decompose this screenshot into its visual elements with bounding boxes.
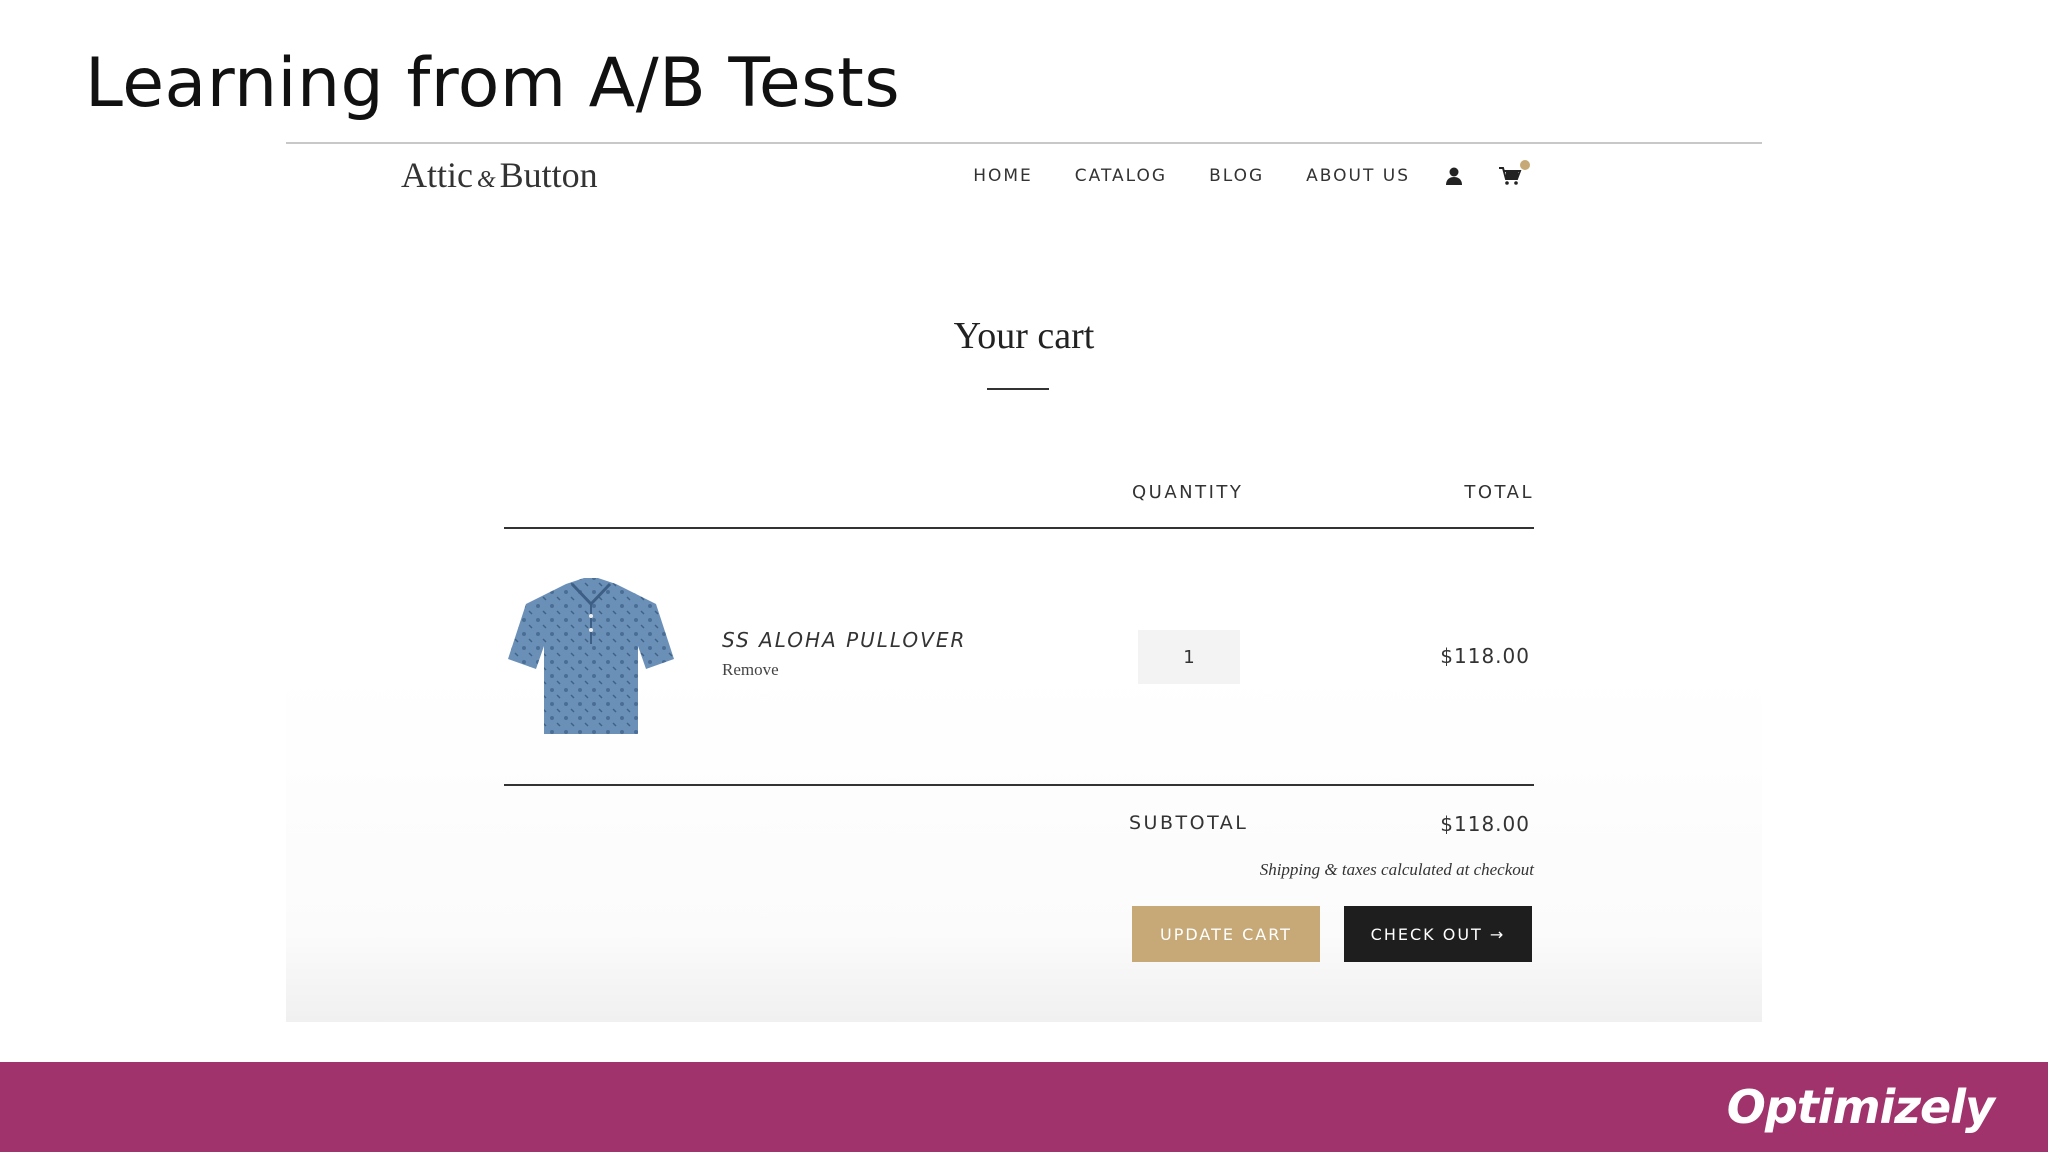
quantity-input[interactable] [1138,630,1240,684]
shipping-note: Shipping & taxes calculated at checkout [1259,860,1534,879]
subtotal-label: SUBTOTAL [1129,812,1249,834]
product-name[interactable]: SS ALOHA PULLOVER [722,628,966,652]
logo-word-1: Attic [401,155,473,195]
table-bottom-divider [504,784,1534,786]
cart-count-dot [1520,160,1530,170]
cart-icon[interactable] [1498,160,1530,186]
account-icon[interactable] [1444,166,1464,186]
heading-divider [987,388,1049,390]
nav-home[interactable]: HOME [973,166,1033,186]
quantity-column-header: QUANTITY [1132,482,1244,503]
checkout-button[interactable]: CHECK OUT → [1344,906,1532,962]
store-screenshot: Attic & Button HOME CATALOG BLOG ABOUT US … [286,142,1762,1022]
line-total: $118.00 [1440,644,1530,668]
nav-catalog[interactable]: CATALOG [1075,166,1167,186]
main-nav: HOME CATALOG BLOG ABOUT US [931,160,1530,186]
logo-word-2: Button [499,155,598,195]
remove-link[interactable]: Remove [722,660,779,680]
logo-ampersand: & [476,167,496,193]
nav-about-us[interactable]: ABOUT US [1306,166,1410,186]
store-logo[interactable]: Attic & Button [401,154,598,196]
slide-title: Learning from A/B Tests [85,44,901,123]
brand-logo: Optimizely [1726,1080,1995,1134]
cart-heading: Your cart [953,315,1095,357]
subtotal-value: $118.00 [1440,812,1530,836]
nav-blog[interactable]: BLOG [1209,166,1264,186]
total-column-header: TOTAL [1464,482,1534,503]
product-image[interactable] [506,574,676,739]
update-cart-button[interactable]: UPDATE CART [1132,906,1320,962]
table-top-divider [504,527,1534,529]
